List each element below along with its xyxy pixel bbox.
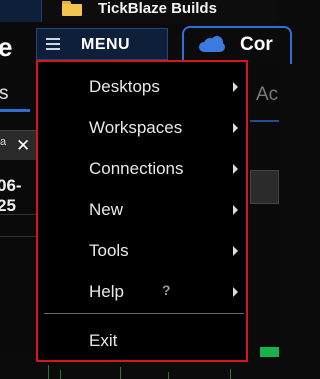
help-icon: ?	[162, 282, 171, 298]
chevron-right-icon	[233, 164, 238, 174]
date-fragment: 06-25	[0, 176, 22, 215]
menu-item-label: Tools	[89, 241, 129, 260]
menu-item-exit[interactable]: Exit	[38, 321, 246, 362]
connection-tab[interactable]: Cor	[182, 26, 292, 64]
chevron-right-icon	[233, 123, 238, 133]
app-name-fragment: e	[0, 32, 13, 62]
left-app-panel: e s a 06-25	[0, 22, 36, 379]
menu-item-new[interactable]: New	[38, 190, 246, 231]
title-bar: TickBlaze Builds	[0, 0, 279, 22]
menu-item-help[interactable]: Help ?	[38, 272, 246, 313]
connection-tab-label: Cor	[240, 34, 273, 55]
menu-item-label: Exit	[89, 331, 118, 350]
tab-underline	[250, 120, 279, 122]
menu-item-label: New	[89, 200, 124, 219]
menu-item-connections[interactable]: Connections	[38, 149, 246, 190]
menu-button[interactable]: MENU	[36, 28, 168, 60]
menu-item-desktops[interactable]: Desktops	[38, 67, 246, 108]
panel-box	[250, 170, 279, 204]
left-tab-fragment[interactable]: s	[0, 83, 9, 105]
chevron-right-icon	[233, 82, 238, 92]
divider	[0, 236, 36, 237]
main-menu-dropdown: Desktops Workspaces Connections New Tool…	[36, 60, 248, 362]
menu-item-label: Help	[89, 282, 124, 301]
menu-separator	[44, 313, 244, 314]
cloud-icon	[199, 36, 225, 52]
chevron-right-icon	[233, 205, 238, 215]
menu-item-label: Connections	[89, 159, 184, 178]
chevron-right-icon	[233, 287, 238, 297]
folder-icon	[62, 1, 82, 16]
close-icon[interactable]: ✕	[16, 136, 30, 156]
menu-item-label: Workspaces	[89, 118, 183, 137]
menu-item-label: Desktops	[89, 77, 160, 96]
chevron-right-icon	[233, 246, 238, 256]
hamburger-icon	[46, 38, 60, 50]
window-title: TickBlaze Builds	[98, 0, 217, 17]
active-tab-underline	[0, 109, 30, 112]
right-tab-fragment[interactable]: Ac	[256, 84, 278, 106]
menu-item-tools[interactable]: Tools	[38, 231, 246, 272]
menu-item-workspaces[interactable]: Workspaces	[38, 108, 246, 149]
menu-button-label: MENU	[81, 36, 131, 53]
divider	[0, 214, 36, 215]
right-app-panel: Ac	[246, 64, 279, 379]
panel-header-fragment: a	[0, 136, 7, 148]
title-bar-left-block	[0, 0, 42, 22]
